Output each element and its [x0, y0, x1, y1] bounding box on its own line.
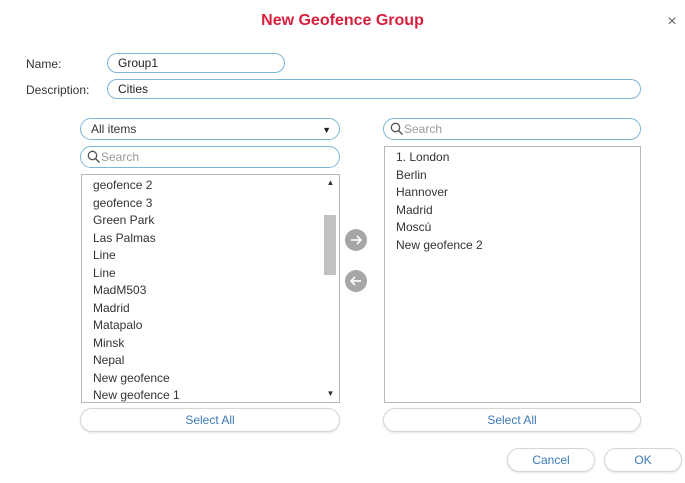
right-select-all-button[interactable]: Select All	[383, 408, 641, 432]
description-input[interactable]	[107, 79, 641, 99]
close-icon[interactable]: ×	[665, 14, 679, 30]
list-item[interactable]: Moscú	[385, 219, 640, 237]
list-item[interactable]: Las Palmas	[82, 230, 322, 248]
list-item[interactable]: New geofence	[82, 370, 322, 388]
name-input[interactable]	[107, 53, 285, 73]
scroll-up-icon[interactable]: ▲	[322, 175, 339, 191]
list-item[interactable]: Matapalo	[82, 317, 322, 335]
new-geofence-group-dialog: New Geofence Group × Name: Description: …	[0, 0, 685, 483]
list-item[interactable]: Line	[82, 247, 322, 265]
left-search[interactable]	[80, 146, 340, 168]
search-icon	[390, 122, 404, 139]
available-geofences-list[interactable]: geofence 2 geofence 3 Green Park Las Palmas…	[81, 174, 340, 403]
list-item[interactable]: geofence 3	[82, 195, 322, 213]
left-select-all-button[interactable]: Select All	[80, 408, 340, 432]
chevron-down-icon: ▼	[322, 125, 331, 135]
list-item[interactable]: Minsk	[82, 335, 322, 353]
arrow-right-icon	[351, 235, 363, 245]
description-label: Description:	[26, 83, 90, 97]
add-to-group-button[interactable]	[345, 229, 367, 251]
list-item[interactable]: New geofence 2	[385, 237, 640, 255]
right-search[interactable]	[383, 118, 641, 140]
list-item[interactable]: Madrid	[82, 300, 322, 318]
group-items: 1. London Berlin Hannover Madrid Moscú New ge…	[385, 149, 640, 254]
list-item[interactable]: 1. London	[385, 149, 640, 167]
group-members-list[interactable]: 1. London Berlin Hannover Madrid Moscú New ge…	[384, 146, 641, 403]
list-item[interactable]: geofence 2	[82, 177, 322, 195]
list-item[interactable]: MadM503	[82, 282, 322, 300]
available-items: geofence 2 geofence 3 Green Park Las Palmas…	[82, 177, 322, 402]
list-item[interactable]: Nepal	[82, 352, 322, 370]
list-item[interactable]: Green Park	[82, 212, 322, 230]
list-item[interactable]: Hannover	[385, 184, 640, 202]
item-filter-value: All items	[91, 122, 137, 136]
left-list-scrollbar[interactable]: ▲ ▼	[322, 175, 339, 402]
remove-from-group-button[interactable]	[345, 270, 367, 292]
search-icon	[87, 150, 101, 167]
name-label: Name:	[26, 57, 62, 71]
item-filter-select[interactable]: All items ▼	[80, 118, 340, 140]
ok-button[interactable]: OK	[604, 448, 682, 472]
right-search-input[interactable]	[404, 121, 604, 137]
dialog-title: New Geofence Group	[261, 12, 424, 29]
cancel-button[interactable]: Cancel	[507, 448, 595, 472]
list-item[interactable]: Line	[82, 265, 322, 283]
list-item[interactable]: New geofence 1	[82, 387, 322, 402]
scroll-thumb[interactable]	[324, 215, 336, 276]
list-item[interactable]: Berlin	[385, 167, 640, 185]
arrow-left-icon	[349, 276, 361, 286]
scroll-down-icon[interactable]: ▼	[322, 386, 339, 402]
list-item[interactable]: Madrid	[385, 202, 640, 220]
left-search-input[interactable]	[101, 149, 301, 165]
